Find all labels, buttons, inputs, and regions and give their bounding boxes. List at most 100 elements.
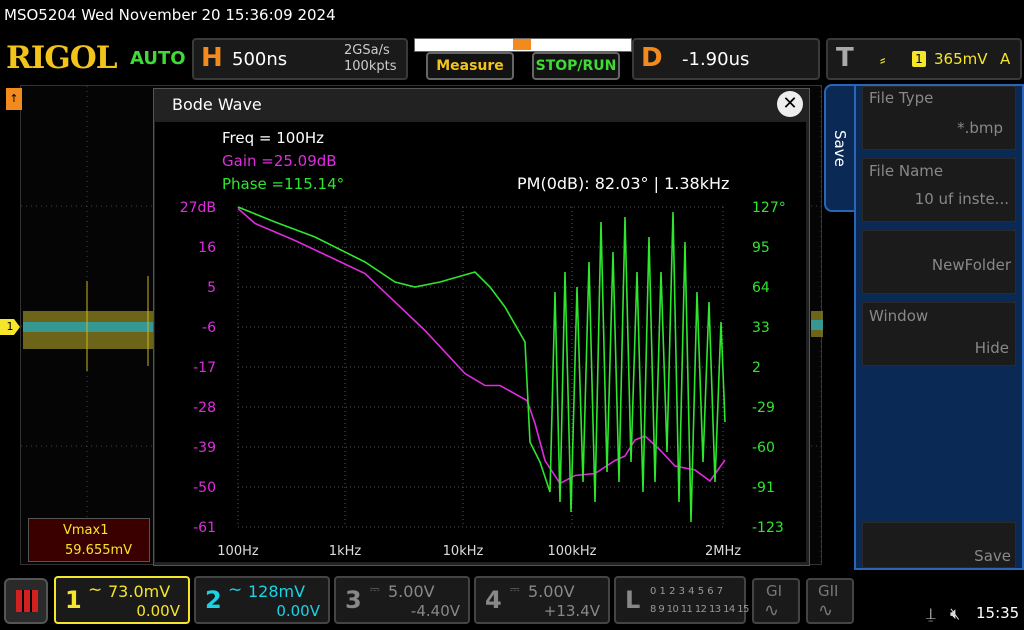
trigger-edge-icon: ⸗: [880, 50, 886, 69]
close-icon[interactable]: ✕: [777, 91, 803, 117]
file-type-value: *.bmp: [957, 119, 1003, 137]
file-type-pane[interactable]: File Type *.bmp: [862, 86, 1016, 150]
phase-curve: [237, 206, 726, 523]
measure-button[interactable]: Measure: [426, 52, 514, 80]
gain-tick-label: -6: [202, 320, 216, 336]
ch3-scale: 5.00V: [388, 582, 435, 601]
phase-tick-label: 2: [752, 360, 761, 376]
trigger-letter: T: [836, 43, 854, 73]
phase-tick-label: -29: [752, 400, 775, 416]
usb-icon: ⍊: [926, 604, 936, 623]
logic-letter: L: [625, 586, 641, 614]
delay-letter: D: [641, 43, 663, 73]
clock: 15:35: [976, 604, 1020, 622]
menu-button[interactable]: [4, 578, 48, 624]
logic-channels-low: 0 1 2 3 4 5 6 7: [650, 586, 724, 597]
dc-coupling-icon: ⎓: [370, 582, 380, 596]
gain-tick-label: -28: [193, 400, 216, 416]
logic-channels-high: 8 9 10 11 12 13 14 15: [650, 604, 749, 615]
ch2-offset: 0.00V: [276, 602, 320, 620]
bode-plot[interactable]: 27dB 16 5 -6 -17 -28 -39 -50 -61 127° 95 64 33 2 -29 -…: [155, 122, 806, 562]
ch1-box[interactable]: 1 ∼ 73.0mV 0.00V: [54, 576, 190, 624]
file-type-label: File Type: [869, 89, 934, 107]
gain-tick-label: -61: [193, 520, 216, 536]
phase-margin-readout: PM(0dB): 82.03° | 1.38kHz: [517, 174, 730, 193]
ch4-number: 4: [485, 586, 502, 614]
save-button[interactable]: Save: [862, 522, 1016, 568]
trigger-position-marker[interactable]: ↑: [6, 88, 22, 110]
logic-box[interactable]: L 0 1 2 3 4 5 6 7 8 9 10 11 12 13 14 15: [614, 576, 749, 624]
ch4-box[interactable]: 4 ⎓ 5.00V +13.4V: [474, 576, 610, 624]
delay-box[interactable]: D -1.90us: [632, 38, 820, 80]
file-name-pane[interactable]: File Name 10 uf inste...: [862, 158, 1016, 222]
phase-tick-label: -60: [752, 440, 775, 456]
phase-tick-label: -123: [752, 520, 784, 536]
ch1-ground-marker[interactable]: 1: [0, 319, 20, 335]
sine-wave-icon: ∿: [818, 600, 834, 621]
ch1-trace-left: [23, 276, 153, 371]
ch1-trace-right: [811, 311, 823, 337]
gain-tick-label: 5: [207, 280, 216, 296]
generator-1-button[interactable]: GI ∿: [752, 578, 800, 624]
trigger-coupling: A: [1000, 50, 1011, 68]
trigger-mode[interactable]: AUTO: [130, 48, 186, 69]
phase-tick-label: 95: [752, 240, 770, 256]
freq-tick-label: 1kHz: [329, 544, 362, 559]
overview-window: [513, 39, 531, 50]
window-value: Hide: [974, 339, 1009, 357]
freq-readout: Freq = 100Hz: [222, 129, 325, 147]
dc-coupling-icon: ⎓: [510, 582, 520, 596]
new-folder-button[interactable]: NewFolder: [862, 230, 1016, 294]
phase-tick-label: 33: [752, 320, 770, 336]
gain-tick-label: -50: [193, 480, 216, 496]
gain-tick-label: 27dB: [180, 200, 216, 216]
file-name-value: 10 uf inste...: [914, 190, 1009, 208]
vmax-value: 59.655mV: [65, 543, 133, 558]
grid-menu-icon: [16, 590, 38, 612]
freq-tick-label: 2MHz: [705, 544, 741, 559]
phase-readout: Phase =115.14°: [222, 175, 345, 193]
ch1-number: 1: [65, 586, 82, 614]
sample-rate: 2GSa/s: [344, 43, 390, 58]
mute-icon[interactable]: 🔇︎: [950, 604, 960, 624]
freq-tick-label: 10kHz: [443, 544, 484, 559]
stop-run-button[interactable]: STOP/RUN: [532, 52, 620, 80]
ch2-box[interactable]: 2 ∼ 128mV 0.00V: [194, 576, 330, 624]
trigger-level: 365mV: [934, 50, 988, 68]
brand-logo: RIGOL: [6, 40, 118, 76]
ac-coupling-icon: ∼: [228, 580, 243, 600]
save-tab-label: Save: [831, 130, 849, 167]
ch3-box[interactable]: 3 ⎓ 5.00V -4.40V: [334, 576, 470, 624]
vmax-label: Vmax1: [63, 523, 109, 538]
ch3-offset: -4.40V: [410, 602, 460, 620]
delay-value: -1.90us: [682, 49, 750, 70]
ch1-scale: 73.0mV: [108, 582, 171, 601]
trigger-box[interactable]: T ⸗ 1 365mV A: [826, 38, 1022, 80]
horizontal-box[interactable]: H 500ns 2GSa/s 100kpts: [192, 38, 408, 80]
vmax-measurement[interactable]: Vmax1 59.655mV: [28, 518, 150, 562]
timebase: 500ns: [232, 49, 288, 70]
freq-tick-label: 100Hz: [217, 544, 259, 559]
ch4-scale: 5.00V: [528, 582, 575, 601]
window-pane[interactable]: Window Hide: [862, 302, 1016, 366]
ac-coupling-icon: ∼: [88, 580, 103, 600]
ch3-number: 3: [345, 586, 362, 614]
new-folder-label: NewFolder: [931, 256, 1011, 274]
window-label: Window: [869, 307, 929, 325]
generator-2-button[interactable]: GII ∿: [806, 578, 854, 624]
trigger-source: 1: [912, 51, 926, 67]
gen1-label: GI: [766, 582, 783, 600]
phase-tick-label: 64: [752, 280, 770, 296]
ch2-number: 2: [205, 586, 222, 614]
save-button-label: Save: [974, 547, 1011, 565]
ch2-scale: 128mV: [248, 582, 306, 601]
save-tab[interactable]: Save: [824, 84, 856, 212]
gain-tick-label: -39: [193, 440, 216, 456]
window-title: MSO5204 Wed November 20 15:36:09 2024: [4, 6, 336, 24]
dialog-title: Bode Wave: [172, 95, 262, 114]
gain-tick-label: -17: [193, 360, 216, 376]
freq-tick-label: 100kHz: [548, 544, 597, 559]
gen2-label: GII: [818, 582, 839, 600]
memory-overview[interactable]: [414, 38, 632, 52]
horizontal-letter: H: [201, 43, 223, 73]
